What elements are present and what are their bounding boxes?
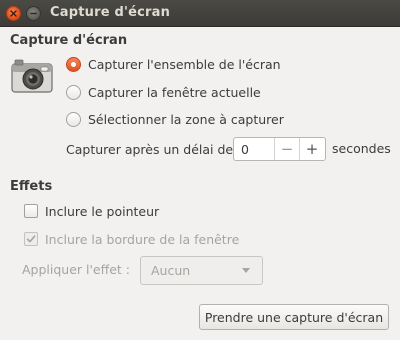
effect-dropdown-value: Aucun xyxy=(151,263,191,278)
radio-button[interactable] xyxy=(66,111,81,127)
minimize-icon xyxy=(30,12,37,15)
radio-label: Sélectionner la zone à capturer xyxy=(88,111,284,127)
close-button[interactable] xyxy=(6,6,21,21)
include-pointer-option[interactable]: Inclure le pointeur xyxy=(24,201,159,221)
radio-select-area[interactable]: Sélectionner la zone à capturer xyxy=(66,109,284,129)
decrement-button[interactable]: − xyxy=(274,138,299,160)
radio-whole-screen[interactable]: Capturer l'ensemble de l'écran xyxy=(66,54,281,74)
take-screenshot-button[interactable]: Prendre une capture d'écran xyxy=(199,304,389,330)
increment-button[interactable]: + xyxy=(299,138,324,160)
apply-effect-label: Appliquer l'effet : xyxy=(22,262,131,277)
capture-heading: Capture d'écran xyxy=(10,33,128,48)
effects-heading: Effets xyxy=(10,179,53,194)
include-pointer-label: Inclure le pointeur xyxy=(45,203,160,219)
delay-value[interactable]: 0 xyxy=(234,138,274,160)
include-pointer-checkbox[interactable] xyxy=(24,204,38,218)
radio-label: Capturer la fenêtre actuelle xyxy=(88,84,261,100)
delay-spinner[interactable]: 0 − + xyxy=(233,137,326,161)
radio-label: Capturer l'ensemble de l'écran xyxy=(88,56,281,72)
camera-icon xyxy=(11,59,53,93)
window-title: Capture d'écran xyxy=(50,5,171,20)
radio-current-window[interactable]: Capturer la fenêtre actuelle xyxy=(66,82,261,102)
dropdown-arrow-icon xyxy=(242,268,250,273)
title-bar: Capture d'écran xyxy=(0,0,400,27)
radio-button[interactable] xyxy=(66,84,81,100)
include-border-checkbox xyxy=(24,232,38,246)
minimize-button[interactable] xyxy=(26,6,41,21)
delay-control: 0 − + secondes xyxy=(66,137,400,161)
include-border-option: Inclure la bordure de la fenêtre xyxy=(24,229,239,249)
radio-button-checked[interactable] xyxy=(66,56,81,72)
delay-unit: secondes xyxy=(332,141,391,156)
close-icon xyxy=(10,10,17,17)
include-border-label: Inclure la bordure de la fenêtre xyxy=(45,231,240,247)
checkmark-icon xyxy=(26,235,36,243)
effect-dropdown: Aucun xyxy=(140,256,263,285)
